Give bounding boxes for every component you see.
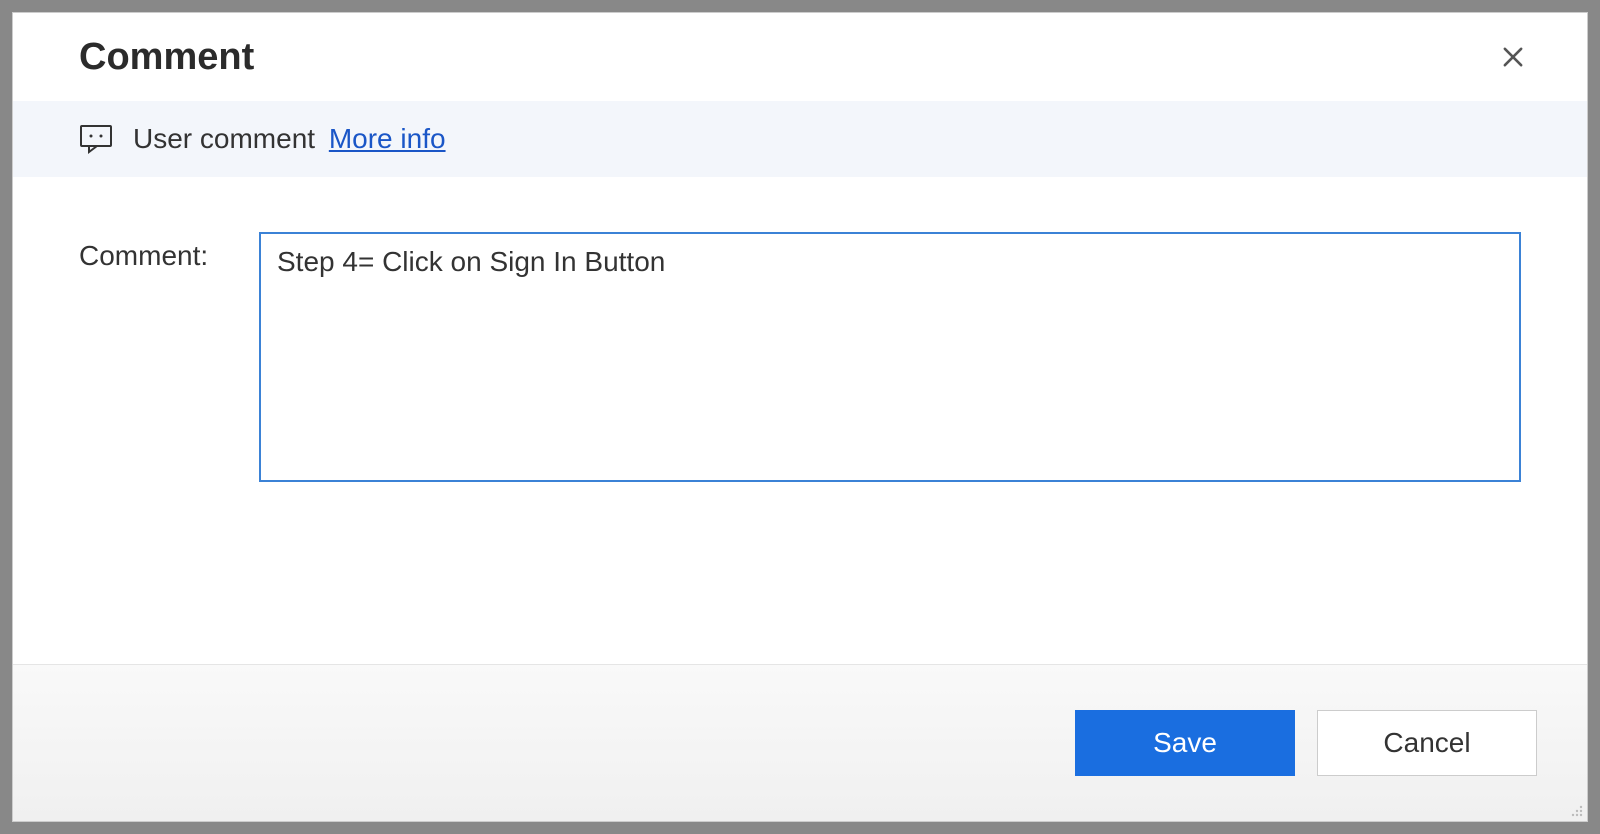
dialog-title: Comment (79, 36, 254, 79)
close-button[interactable] (1489, 33, 1537, 81)
form-body: Comment: (13, 177, 1587, 664)
dialog-footer: Save Cancel (13, 664, 1587, 821)
comment-textarea[interactable] (259, 232, 1521, 482)
cancel-button[interactable]: Cancel (1317, 710, 1537, 776)
resize-grip-icon[interactable] (1567, 801, 1585, 819)
dialog-header: Comment (13, 13, 1587, 101)
info-bar: User comment More info (13, 101, 1587, 177)
close-icon (1499, 43, 1527, 71)
comment-dialog: Comment User comment More info Comment: … (12, 12, 1588, 822)
info-bar-text-wrapper: User comment More info (133, 123, 446, 155)
comment-field-label: Comment: (79, 232, 229, 272)
more-info-link[interactable]: More info (329, 123, 446, 154)
comment-bubble-icon (79, 124, 113, 154)
info-bar-label: User comment (133, 123, 315, 154)
save-button[interactable]: Save (1075, 710, 1295, 776)
